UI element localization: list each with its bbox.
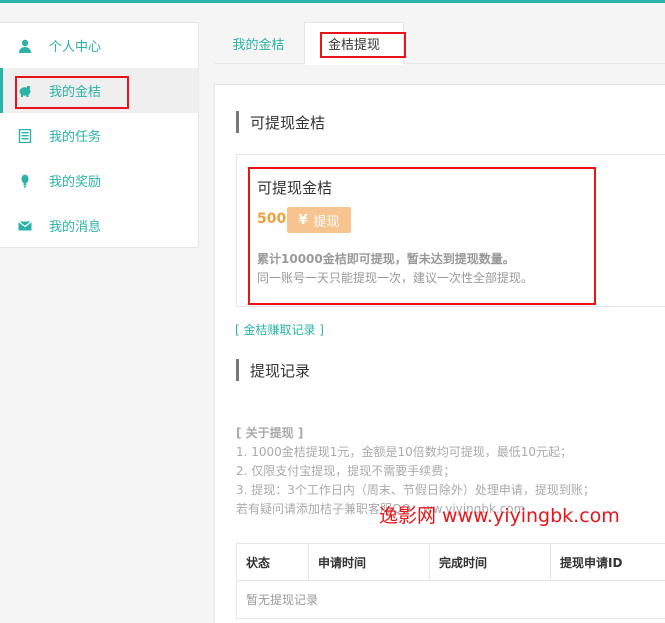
sidebar-item-label: 我的任务	[49, 130, 102, 145]
empty-records-text: 暂无提现记录	[236, 580, 665, 619]
sidebar-item-label: 个人中心	[49, 40, 102, 55]
sidebar-item-label: 我的奖励	[49, 175, 102, 190]
column-header-apply-time: 申请时间	[308, 543, 430, 581]
withdraw-button-label: 提现	[313, 214, 340, 230]
sidebar-item-messages[interactable]: 我的消息	[0, 203, 198, 248]
about-line: 1. 1000金桔提现1元，金额是10倍数均可提现，最低10元起；	[236, 445, 572, 459]
coin-amount: 500	[257, 211, 287, 227]
withdraw-button[interactable]: ¥ 提现	[287, 207, 351, 233]
sidebar-item-profile[interactable]: 个人中心	[0, 23, 198, 68]
about-line: 2. 仅限支付宝提现，提现不需要手续费；	[236, 464, 456, 478]
mail-icon	[18, 219, 32, 233]
withdraw-threshold-note: 累计10000金桔即可提现，暂未达到提现数量。	[257, 252, 515, 266]
column-header-complete-time: 完成时间	[429, 543, 551, 581]
sidebar-item-my-coins[interactable]: 我的金桔	[0, 68, 198, 113]
column-header-request-id: 提现申请ID	[550, 543, 665, 581]
top-accent-bar	[0, 0, 665, 3]
section-title-withdrawable: 可提现金桔	[236, 111, 325, 133]
tab-bar: 我的金桔 金桔提现	[214, 22, 665, 65]
column-header-status: 状态	[236, 543, 309, 581]
withdraw-box: 可提现金桔 500 ¥ 提现 累计10000金桔即可提现，暂未达到提现数量。 同…	[236, 154, 665, 307]
piggy-bank-icon	[18, 84, 32, 98]
user-icon	[18, 39, 32, 53]
coin-earning-records-link[interactable]: [ 金桔赚取记录 ]	[235, 321, 324, 338]
sidebar-item-tasks[interactable]: 我的任务	[0, 113, 198, 158]
bulb-icon	[18, 174, 32, 188]
table-header-row: 状态 申请时间 完成时间 提现申请ID	[236, 543, 665, 581]
sidebar: 个人中心 我的金桔 我的任务 我的奖励 我的消息	[0, 22, 199, 248]
list-icon	[18, 128, 32, 143]
sidebar-item-rewards[interactable]: 我的奖励	[0, 158, 198, 203]
table-row: 暂无提现记录	[236, 580, 665, 619]
main-panel: 可提现金桔 可提现金桔 500 ¥ 提现 累计10000金桔即可提现，暂未达到提…	[214, 84, 665, 623]
withdraw-records-table: 状态 申请时间 完成时间 提现申请ID 暂无提现记录	[236, 543, 665, 619]
yen-icon: ¥	[298, 212, 308, 228]
tab-coin-withdraw[interactable]: 金桔提现	[304, 22, 404, 65]
about-heading: [ 关于提现 ]	[236, 426, 304, 440]
tab-my-coins[interactable]: 我的金桔	[214, 22, 303, 64]
sidebar-item-label: 我的金桔	[49, 85, 102, 100]
watermark: 逸影网 www.yiyingbk.com	[379, 505, 620, 527]
about-line: 3. 提现：3个工作日内（周末、节假日除外）处理申请，提现到账；	[236, 483, 595, 497]
section-title-records: 提现记录	[236, 359, 310, 381]
sidebar-item-label: 我的消息	[49, 220, 102, 235]
withdraw-box-title: 可提现金桔	[257, 179, 333, 197]
withdraw-frequency-note: 同一账号一天只能提现一次，建议一次性全部提现。	[257, 271, 534, 285]
